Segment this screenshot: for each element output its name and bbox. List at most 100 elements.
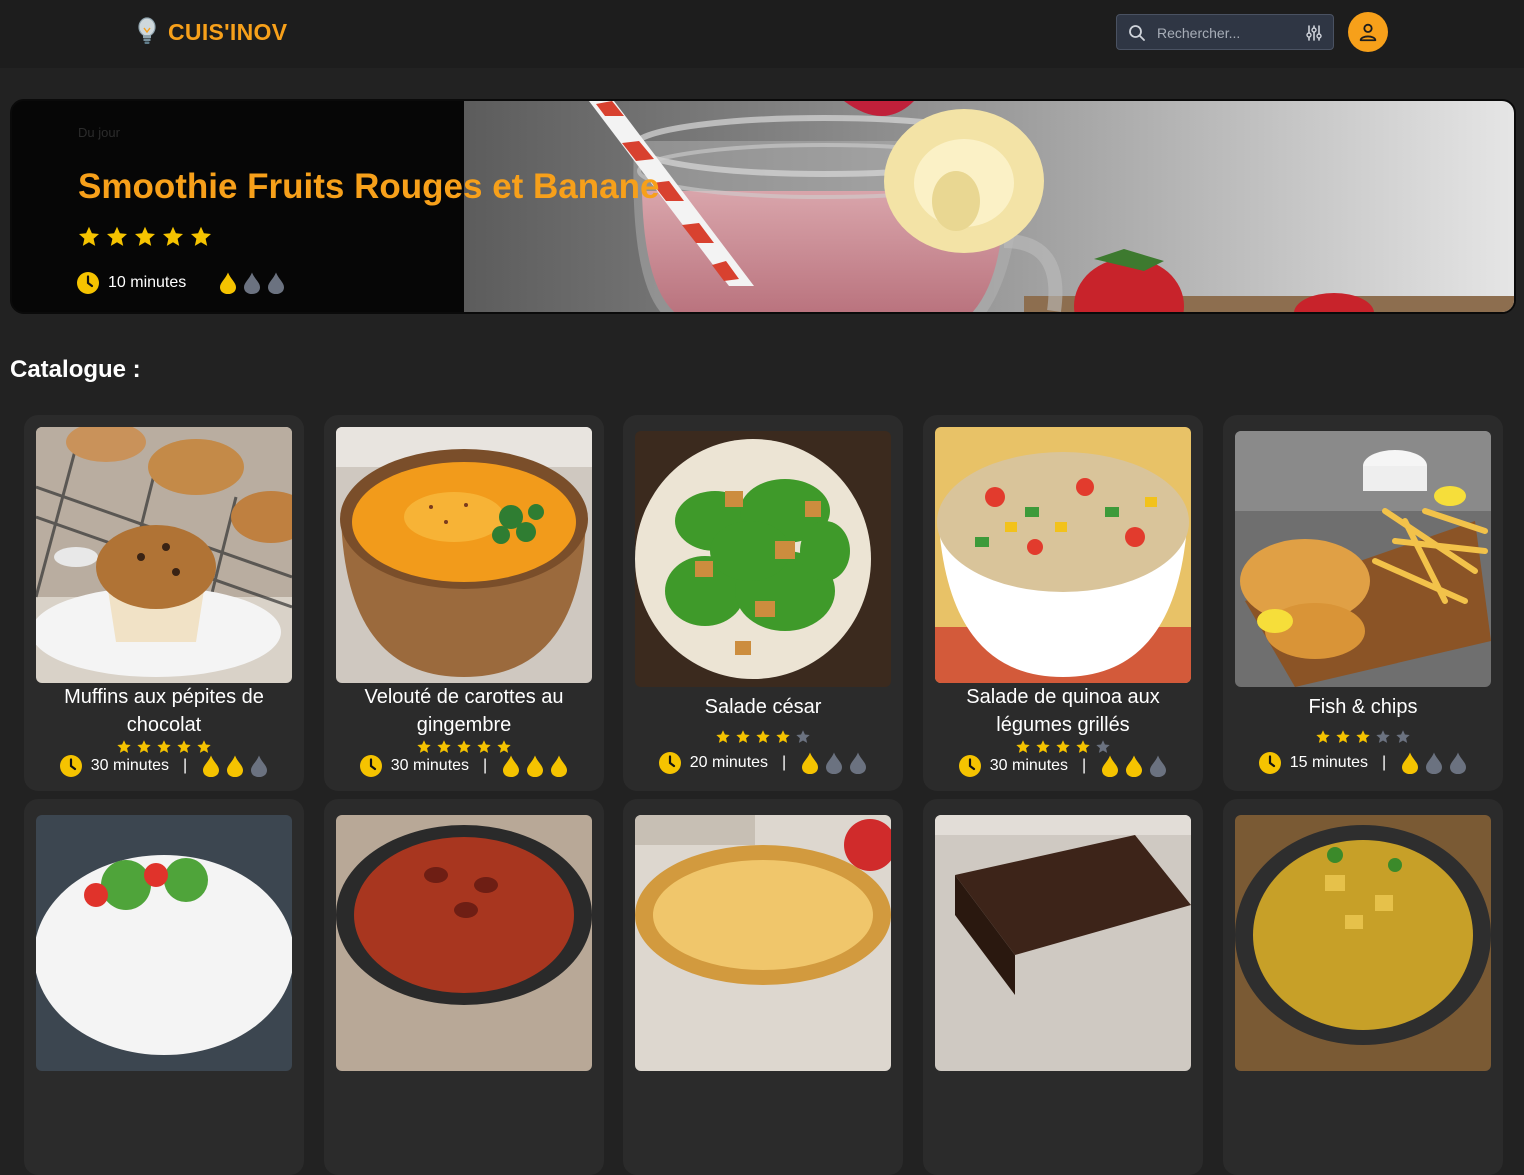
user-profile-button[interactable] bbox=[1348, 12, 1388, 52]
star-filled-icon bbox=[716, 730, 730, 743]
flame-filled-icon bbox=[1102, 755, 1119, 777]
star-empty-icon bbox=[796, 730, 810, 743]
search-icon bbox=[1129, 25, 1145, 41]
flame-empty-icon bbox=[251, 755, 268, 777]
user-icon bbox=[1359, 23, 1377, 42]
difficulty-indicator bbox=[201, 754, 269, 778]
recipe-card[interactable] bbox=[623, 799, 903, 1175]
recipe-meta: 30 minutes | bbox=[24, 754, 304, 778]
star-filled-icon bbox=[457, 740, 471, 753]
clock-icon bbox=[658, 752, 681, 774]
featured-recipe-banner[interactable]: Du jour Smoothie Fruits Rouges et Banane… bbox=[10, 99, 1516, 314]
flame-filled-icon bbox=[551, 755, 568, 777]
recipe-image bbox=[635, 431, 891, 687]
star-filled-icon bbox=[736, 730, 750, 743]
star-filled-icon bbox=[497, 740, 511, 753]
recipe-name: Muffins aux pépites de chocolat bbox=[64, 686, 264, 736]
sliders-icon[interactable] bbox=[1305, 24, 1323, 42]
clock-icon bbox=[59, 755, 82, 777]
star-filled-icon bbox=[1036, 740, 1050, 753]
recipe-card[interactable]: Salade césar 20 minutes | bbox=[623, 415, 903, 791]
recipe-rating bbox=[1223, 729, 1503, 745]
recipe-image bbox=[935, 815, 1191, 1071]
prep-time: 20 minutes bbox=[689, 754, 769, 771]
flame-empty-icon bbox=[826, 752, 843, 774]
star-filled-icon bbox=[477, 740, 491, 753]
recipe-image bbox=[336, 427, 592, 683]
recipe-card[interactable] bbox=[324, 799, 604, 1175]
star-empty-icon bbox=[1376, 730, 1390, 743]
star-filled-icon bbox=[1016, 740, 1030, 753]
recipe-card[interactable] bbox=[24, 799, 304, 1175]
flame-filled-icon bbox=[1402, 752, 1419, 774]
recipe-card[interactable] bbox=[1223, 799, 1503, 1175]
flame-filled-icon bbox=[1126, 755, 1143, 777]
star-filled-icon bbox=[79, 226, 99, 246]
difficulty-indicator bbox=[501, 754, 569, 778]
featured-label: Du jour bbox=[78, 125, 120, 140]
recipe-card[interactable] bbox=[923, 799, 1203, 1175]
star-empty-icon bbox=[1096, 740, 1110, 753]
recipe-meta: 20 minutes | bbox=[623, 751, 903, 775]
recipe-rating bbox=[24, 739, 304, 755]
star-filled-icon bbox=[157, 740, 171, 753]
recipe-meta: 30 minutes | bbox=[923, 754, 1203, 778]
meta-separator: | bbox=[1082, 757, 1087, 774]
recipe-image bbox=[1235, 431, 1491, 687]
star-filled-icon bbox=[135, 226, 155, 246]
star-filled-icon bbox=[756, 730, 770, 743]
star-filled-icon bbox=[1356, 730, 1370, 743]
difficulty-indicator bbox=[800, 751, 868, 775]
recipe-name: Fish & chips bbox=[1308, 696, 1418, 718]
recipe-card[interactable]: Fish & chips 15 minutes | bbox=[1223, 415, 1503, 791]
star-filled-icon bbox=[1336, 730, 1350, 743]
recipe-card[interactable]: Salade de quinoa aux légumes grillés 30 m… bbox=[923, 415, 1203, 791]
featured-recipe-image bbox=[464, 101, 1514, 312]
meta-separator: | bbox=[782, 754, 787, 771]
recipe-meta: 30 minutes | bbox=[324, 754, 604, 778]
star-filled-icon bbox=[107, 226, 127, 246]
flame-filled-icon bbox=[802, 752, 819, 774]
meta-separator: | bbox=[1382, 754, 1387, 771]
recipe-image bbox=[635, 815, 891, 1071]
star-filled-icon bbox=[437, 740, 451, 753]
star-empty-icon bbox=[1396, 730, 1410, 743]
top-navbar: CUIS'INOV bbox=[0, 0, 1524, 68]
flame-empty-icon bbox=[1426, 752, 1443, 774]
flame-filled-icon bbox=[220, 272, 237, 294]
lightbulb-icon bbox=[138, 17, 156, 44]
flame-empty-icon bbox=[268, 272, 285, 294]
prep-time: 30 minutes bbox=[989, 757, 1069, 774]
flame-filled-icon bbox=[503, 755, 520, 777]
clock-icon bbox=[77, 272, 99, 294]
recipe-image bbox=[336, 815, 592, 1071]
star-filled-icon bbox=[163, 226, 183, 246]
difficulty-indicator bbox=[218, 271, 286, 295]
flame-empty-icon bbox=[850, 752, 867, 774]
search-bar[interactable] bbox=[1116, 14, 1334, 50]
search-input[interactable] bbox=[1155, 22, 1299, 44]
flame-empty-icon bbox=[244, 272, 261, 294]
prep-time: 15 minutes bbox=[1289, 754, 1369, 771]
meta-separator: | bbox=[183, 757, 188, 774]
recipe-card[interactable]: Muffins aux pépites de chocolat 30 minute… bbox=[24, 415, 304, 791]
flame-filled-icon bbox=[227, 755, 244, 777]
featured-rating bbox=[77, 225, 213, 249]
recipe-image bbox=[935, 427, 1191, 683]
featured-meta: 10 minutes bbox=[76, 271, 286, 295]
recipe-name: Salade de quinoa aux légumes grillés bbox=[966, 686, 1160, 736]
recipe-image bbox=[36, 427, 292, 683]
prep-time: 30 minutes bbox=[390, 757, 470, 774]
star-filled-icon bbox=[137, 740, 151, 753]
recipe-rating bbox=[623, 729, 903, 745]
prep-time: 10 minutes bbox=[108, 274, 187, 291]
brand-name: CUIS'INOV bbox=[168, 18, 288, 45]
brand-logo[interactable]: CUIS'INOV bbox=[136, 16, 287, 48]
clock-icon bbox=[359, 755, 382, 777]
difficulty-indicator bbox=[1100, 754, 1168, 778]
recipe-name: Salade césar bbox=[704, 696, 822, 718]
recipe-rating bbox=[923, 739, 1203, 755]
clock-icon bbox=[1258, 752, 1281, 774]
recipe-card[interactable]: Velouté de carottes au gingembre 30 minut… bbox=[324, 415, 604, 791]
flame-filled-icon bbox=[203, 755, 220, 777]
